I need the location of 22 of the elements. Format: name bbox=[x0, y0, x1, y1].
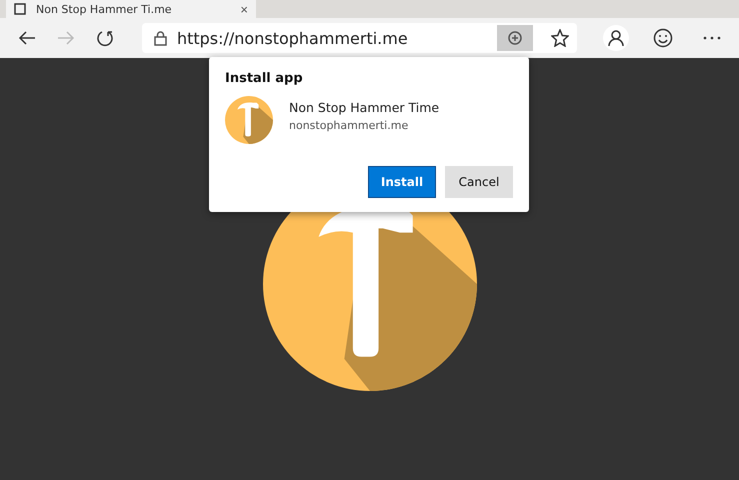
plus-circle-icon bbox=[508, 31, 522, 45]
install-button[interactable]: Install bbox=[368, 166, 436, 198]
more-icon bbox=[703, 36, 722, 40]
lock-icon bbox=[154, 30, 167, 46]
back-arrow-icon bbox=[18, 30, 36, 46]
star-icon bbox=[551, 29, 570, 47]
address-bar[interactable]: https://nonstophammerti.me bbox=[142, 23, 578, 53]
url-text: https://nonstophammerti.me bbox=[176, 28, 409, 48]
app-icon bbox=[225, 96, 273, 144]
forward-arrow-icon bbox=[56, 30, 75, 46]
smiley-icon bbox=[653, 28, 674, 48]
app-domain: nonstophammerti.me bbox=[289, 119, 410, 132]
dialog-title: Install app bbox=[225, 71, 304, 86]
tab-title: Non Stop Hammer Ti.me bbox=[36, 2, 173, 16]
app-name: Non Stop Hammer Time bbox=[289, 100, 440, 115]
cancel-button[interactable]: Cancel bbox=[445, 166, 513, 198]
browser-tab[interactable]: Non Stop Hammer Ti.me × bbox=[6, 0, 256, 18]
close-tab-button[interactable]: × bbox=[240, 2, 248, 16]
refresh-icon bbox=[96, 29, 114, 47]
page-icon bbox=[14, 3, 26, 15]
person-icon bbox=[602, 25, 629, 51]
install-app-button[interactable] bbox=[497, 25, 534, 51]
